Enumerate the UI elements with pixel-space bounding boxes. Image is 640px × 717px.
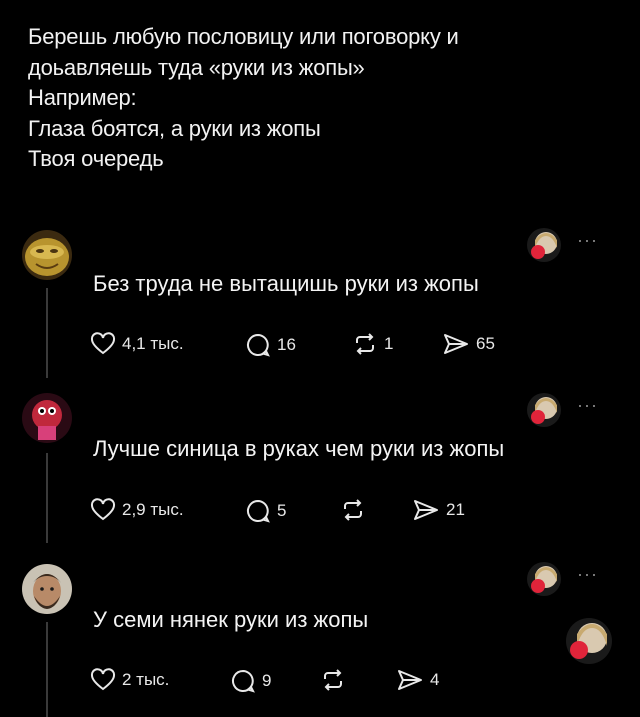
comment-button[interactable]: 5 — [245, 498, 286, 524]
repost-icon — [324, 669, 342, 691]
repost-count: 1 — [384, 334, 394, 353]
share-button[interactable]: 4 — [396, 668, 439, 692]
heart-icon — [90, 668, 116, 691]
repost-button[interactable]: 1 — [352, 332, 393, 356]
send-icon — [398, 670, 422, 690]
post-line-3: Например: — [28, 85, 137, 110]
comment-icon — [247, 333, 270, 357]
share-count: 4 — [430, 670, 440, 689]
liker-avatar — [527, 393, 561, 427]
repost-button[interactable] — [340, 498, 372, 522]
thread-line — [46, 622, 48, 717]
like-button[interactable]: 2 тыс. — [90, 668, 169, 692]
share-button[interactable]: 21 — [412, 498, 465, 522]
reply-3: ··· У семи нянек руки из жопы 2 тыс. 9 4 — [0, 562, 640, 717]
send-icon — [444, 334, 468, 354]
post-line-4: Глаза боятся, а руки из жопы — [28, 115, 321, 141]
like-button[interactable]: 4,1 тыс. — [90, 332, 184, 356]
post-line-2: доьавляешь туда «руки из жопы» — [28, 54, 365, 80]
thread-line — [46, 288, 48, 378]
reply-text: Лучше синица в руках чем руки из жопы — [93, 436, 505, 461]
post-line-5: Твоя очередь — [28, 146, 164, 171]
comment-count: 16 — [277, 335, 296, 354]
repost-icon — [344, 499, 362, 521]
avatar[interactable] — [22, 230, 72, 280]
reply-2: ··· Лучше синица в руках чем руки из жоп… — [0, 393, 640, 543]
reply-text: Без труда не вытащишь руки из жопы — [93, 271, 479, 296]
share-count: 21 — [446, 500, 465, 519]
post-body: Берешь любую пословицу или поговорку и д… — [28, 22, 618, 175]
liker-avatar — [527, 562, 561, 596]
share-button[interactable]: 65 — [442, 332, 495, 356]
like-count: 4,1 тыс. — [122, 334, 184, 353]
heart-icon — [90, 332, 116, 355]
heart-icon — [90, 498, 116, 521]
send-icon — [414, 500, 438, 520]
thread-line — [46, 453, 48, 543]
repost-button[interactable] — [320, 668, 352, 692]
more-options-button[interactable]: ··· — [577, 395, 598, 416]
comment-button[interactable]: 9 — [230, 668, 271, 694]
avatar[interactable] — [22, 564, 72, 614]
comment-icon — [232, 669, 255, 693]
liker-avatar — [527, 228, 561, 262]
avatar[interactable] — [22, 393, 72, 443]
more-options-button[interactable]: ··· — [577, 564, 598, 585]
post-line-1: Берешь любую пословицу или поговорку и — [28, 24, 459, 49]
share-count: 65 — [476, 334, 495, 353]
like-count: 2 тыс. — [122, 670, 170, 689]
comment-count: 5 — [277, 501, 287, 520]
comment-count: 9 — [262, 671, 272, 690]
comment-button[interactable]: 16 — [245, 332, 296, 358]
comment-icon — [247, 499, 270, 523]
reply-text: У семи нянек руки из жопы — [93, 607, 369, 632]
reply-1: ··· Без труда не вытащишь руки из жопы 4… — [0, 228, 640, 378]
more-options-button[interactable]: ··· — [577, 230, 598, 251]
repost-icon — [356, 333, 374, 355]
like-button[interactable]: 2,9 тыс. — [90, 498, 184, 522]
liker-avatar-large — [566, 618, 612, 664]
like-count: 2,9 тыс. — [122, 500, 184, 519]
